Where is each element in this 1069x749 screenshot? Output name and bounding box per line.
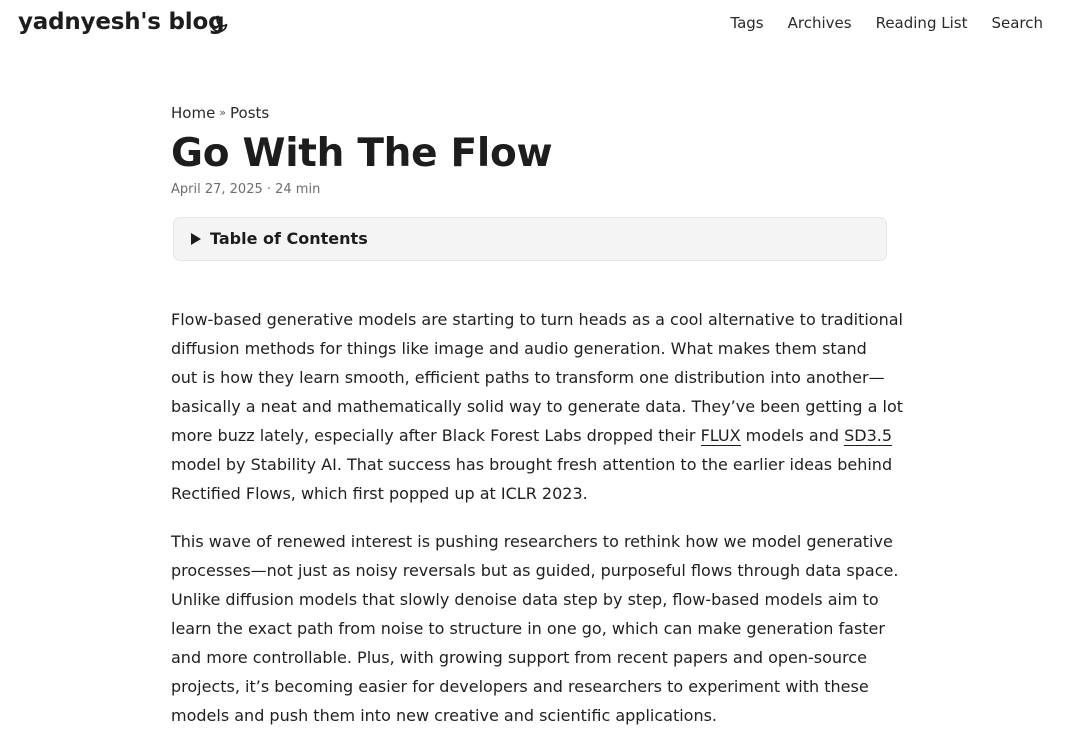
text-line: more buzz lately, especially after Black… (171, 421, 893, 450)
main-nav: Tags Archives Reading List Search (706, 14, 1043, 32)
moon-icon[interactable] (209, 14, 229, 34)
text-line: processes—not just as noisy reversals bu… (171, 561, 899, 580)
text-segment: models and (740, 426, 845, 445)
text-line: model by Stability AI. That success has … (171, 455, 893, 474)
post-meta: April 27, 2025 · 24 min (171, 182, 321, 197)
paragraph-2: This wave of renewed interest is pushing… (171, 527, 899, 730)
nav-archives[interactable]: Archives (788, 14, 852, 32)
text-line: out is how they learn smooth, efficient … (171, 368, 885, 387)
breadcrumb-separator: » (219, 106, 227, 119)
text-line: This wave of renewed interest is pushing… (171, 532, 893, 551)
site-header: yadnyesh's blog Tags Archives Reading Li… (0, 0, 1069, 50)
text-line: learn the exact path from noise to struc… (171, 619, 885, 638)
text-line: projects, it’s becoming easier for devel… (171, 677, 869, 696)
text-line: diffusion methods for things like image … (171, 339, 867, 358)
nav-search[interactable]: Search (991, 14, 1043, 32)
nav-tags[interactable]: Tags (730, 14, 763, 32)
table-of-contents-toggle[interactable]: Table of Contents (173, 217, 887, 261)
page-title: Go With The Flow (171, 131, 553, 176)
breadcrumb-posts[interactable]: Posts (230, 104, 269, 122)
text-line: Unlike diffusion models that slowly deno… (171, 590, 879, 609)
nav-reading-list[interactable]: Reading List (876, 14, 968, 32)
site-logo[interactable]: yadnyesh's blog (18, 9, 225, 35)
text-line: and more controllable. Plus, with growin… (171, 648, 867, 667)
breadcrumb: Home » Posts (171, 104, 891, 124)
breadcrumb-home[interactable]: Home (171, 104, 215, 122)
text-line: basically a neat and mathematically soli… (171, 397, 904, 416)
toc-label: Table of Contents (210, 229, 368, 248)
post-body: Flow-based generative models are startin… (171, 305, 904, 730)
triangle-right-icon (191, 233, 201, 245)
flux-link[interactable]: FLUX (700, 426, 741, 446)
post-content: Home » Posts Go With The Flow April 27, 20… (171, 104, 904, 749)
text-segment: more buzz lately, especially after Black… (171, 426, 701, 445)
text-line: Rectified Flows, which first popped up a… (171, 484, 588, 503)
sd35-link[interactable]: SD3.5 (844, 426, 893, 446)
text-line: models and push them into new creative a… (171, 706, 718, 725)
text-line: Flow-based generative models are startin… (171, 310, 903, 329)
paragraph-1: Flow-based generative models are startin… (171, 305, 904, 508)
